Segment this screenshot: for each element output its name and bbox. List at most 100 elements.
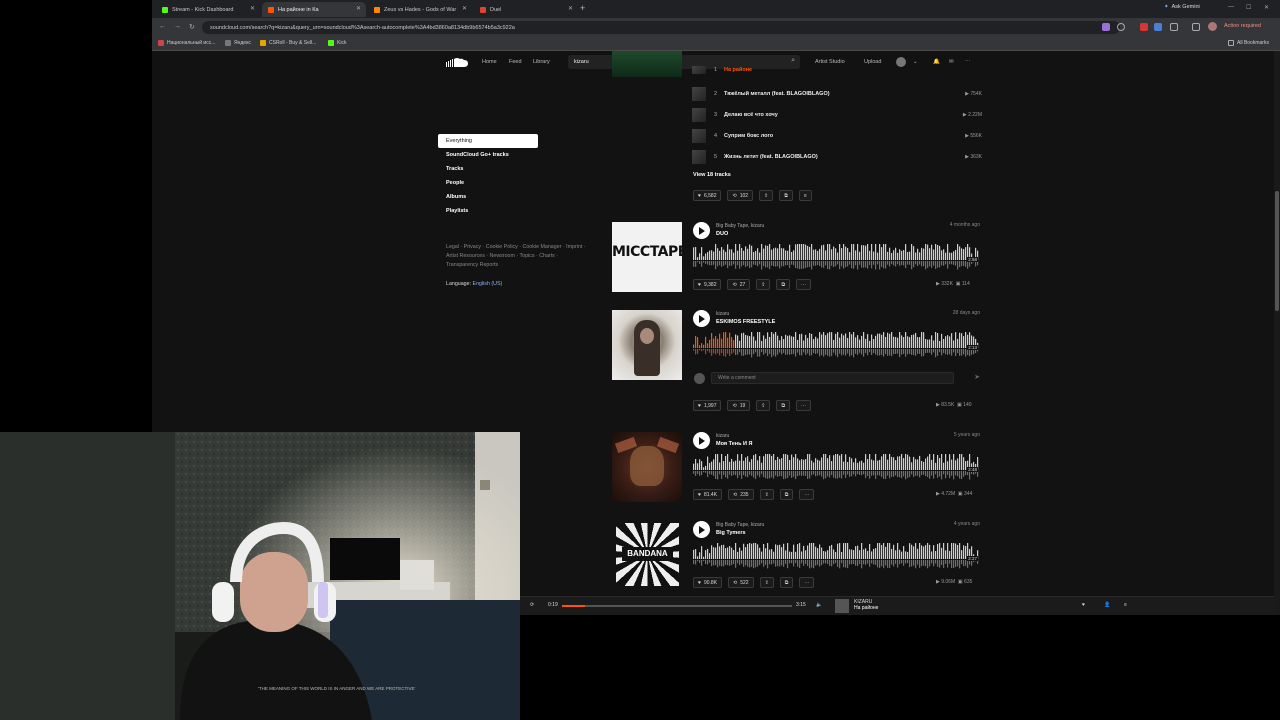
action-required-button[interactable]: Action required [1224,23,1261,29]
back-icon[interactable]: ← [159,23,166,30]
repost-button[interactable]: ⟲ 235 [728,489,754,500]
track-artist[interactable]: Big Baby Tape, kizaru [716,223,764,229]
more-button[interactable]: ⋯ [796,400,812,411]
language-value[interactable]: English (US) [473,281,503,287]
volume-icon[interactable]: 🔈 [816,602,822,608]
copy-link-button[interactable]: ⧉ [779,489,794,500]
track-artist[interactable]: Big Baby Tape, kizaru [716,522,764,528]
reload-icon[interactable]: ↻ [189,23,195,31]
language-selector[interactable]: Language: English (US) [446,281,502,287]
track-title[interactable]: DUO [716,231,728,237]
repost-button[interactable]: ⟲ 19 [727,400,751,411]
track-cover[interactable] [612,432,682,502]
maximize-icon[interactable]: ☐ [1246,4,1251,11]
track-cover[interactable]: BANDANA [616,523,679,586]
filter-albums[interactable]: Albums [438,190,538,204]
close-window-icon[interactable]: ✕ [1264,4,1269,11]
add-to-next-up-button[interactable]: ≡ [798,190,812,201]
ask-gemini-button[interactable]: ✦ Ask Gemini [1164,4,1200,10]
track-title[interactable]: Big Tymers [716,530,746,536]
track-cover[interactable]: MICCTAPE [612,222,682,292]
play-button[interactable] [693,432,710,449]
copy-link-button[interactable]: ⧉ [776,279,791,290]
filter-tracks[interactable]: Tracks [438,162,538,176]
now-playing-title[interactable]: На районе [854,605,878,611]
play-button[interactable] [693,521,710,538]
playlist-track-row[interactable]: 1 На районе [692,65,982,75]
more-button[interactable]: ⋯ [799,489,815,500]
tab-duel[interactable]: Duel ✕ [474,2,578,17]
playlist-cover[interactable] [612,51,682,77]
playlist-track-row[interactable]: 3 Делаю всё что хочу ▶ 2.22M [692,106,982,124]
nav-library[interactable]: Library [533,59,550,65]
all-bookmarks-button[interactable]: All Bookmarks [1228,40,1269,46]
copy-link-button[interactable]: ⧉ [776,400,791,411]
extension-icon[interactable] [1102,23,1110,31]
filter-people[interactable]: People [438,176,538,190]
close-icon[interactable]: ✕ [356,5,361,12]
waveform[interactable] [693,244,980,270]
repeat-icon[interactable]: ⟳ [530,602,534,608]
view-all-tracks-link[interactable]: View 18 tracks [693,172,731,178]
filter-everything[interactable]: Everything [438,134,538,148]
filter-go-plus-tracks[interactable]: SoundCloud Go+ tracks [438,148,538,162]
close-icon[interactable]: ✕ [250,5,255,12]
copy-link-button[interactable]: ⧉ [779,190,793,201]
repost-button[interactable]: ⟲ 522 [728,577,754,588]
close-icon[interactable]: ✕ [462,5,467,12]
like-button[interactable]: ♥ 81.4K [693,489,723,500]
track-title[interactable]: ESKIMOS FREESTYLE [716,319,775,325]
copy-link-button[interactable]: ⧉ [779,577,794,588]
track-title[interactable]: Моя Тень И Я [716,441,752,447]
soundcloud-logo-icon[interactable] [446,57,468,67]
scrollbar-thumb[interactable] [1275,191,1279,311]
track-artist[interactable]: kizaru [716,311,729,317]
bookmark-item[interactable]: Национальный исс... [158,40,215,46]
share-button[interactable]: ⇪ [759,190,774,201]
footer-links[interactable]: Legal · Privacy · Cookie Policy · Cookie… [446,243,586,270]
playback-progress[interactable] [562,605,792,607]
filter-playlists[interactable]: Playlists [438,204,538,218]
waveform[interactable] [693,543,980,569]
send-icon[interactable]: ➤ [974,373,980,381]
bookmark-item[interactable]: Kick [328,40,346,46]
track-artist[interactable]: kizaru [716,433,729,439]
playlist-track-row[interactable]: 5 Жизнь летит (feat. BLAGOIBLAGO) ▶ 363K [692,148,982,166]
share-button[interactable]: ⇪ [756,279,771,290]
scrollbar[interactable] [1274,51,1280,615]
like-button[interactable]: ♥ 9,382 [693,279,722,290]
bookmark-item[interactable]: Яндекс [225,40,251,46]
extension-icon[interactable] [1140,23,1148,31]
follow-user-icon[interactable]: 👤 [1104,602,1110,608]
nav-home[interactable]: Home [482,59,497,65]
tab-kick-dashboard[interactable]: Stream - Kick Dashboard ✕ [156,2,260,17]
download-icon[interactable] [1192,23,1200,31]
profile-avatar[interactable] [1208,22,1217,31]
like-button[interactable]: ♥ 1,997 [693,400,722,411]
repost-button[interactable]: ⟲ 102 [727,190,754,201]
repost-button[interactable]: ⟲ 27 [727,279,751,290]
nav-feed[interactable]: Feed [509,59,522,65]
waveform[interactable] [693,332,980,358]
url-field[interactable]: soundcloud.com/search?q=kizaru&query_urn… [202,21,1120,34]
track-cover[interactable] [612,310,682,380]
queue-icon[interactable]: ≡ [1124,602,1127,608]
search-icon[interactable]: ⌕ [791,57,795,65]
tab-soundcloud[interactable]: На районе in Кa ✕ [262,2,366,17]
like-button[interactable]: ♥ 6,582 [693,190,722,201]
more-button[interactable]: ⋯ [796,279,812,290]
bookmark-item[interactable]: CSRoll - Buy & Sell... [260,40,316,46]
playlist-track-row[interactable]: 2 Тяжёлый металл (feat. BLAGOIBLAGO) ▶ 7… [692,85,982,103]
more-button[interactable]: ⋯ [799,577,815,588]
like-button[interactable]: ♥ 90.8K [693,577,723,588]
star-icon[interactable] [1117,23,1125,31]
minimize-icon[interactable]: — [1228,4,1234,10]
new-tab-button[interactable]: + [580,3,585,13]
close-icon[interactable]: ✕ [568,5,573,12]
share-button[interactable]: ⇪ [759,577,774,588]
forward-icon[interactable]: → [174,23,181,30]
playlist-track-row[interactable]: 4 Суприм бокс лого ▶ 556K [692,127,982,145]
puzzle-icon[interactable] [1170,23,1178,31]
heart-icon[interactable]: ♥ [1082,602,1085,608]
now-playing-cover[interactable] [835,599,849,613]
